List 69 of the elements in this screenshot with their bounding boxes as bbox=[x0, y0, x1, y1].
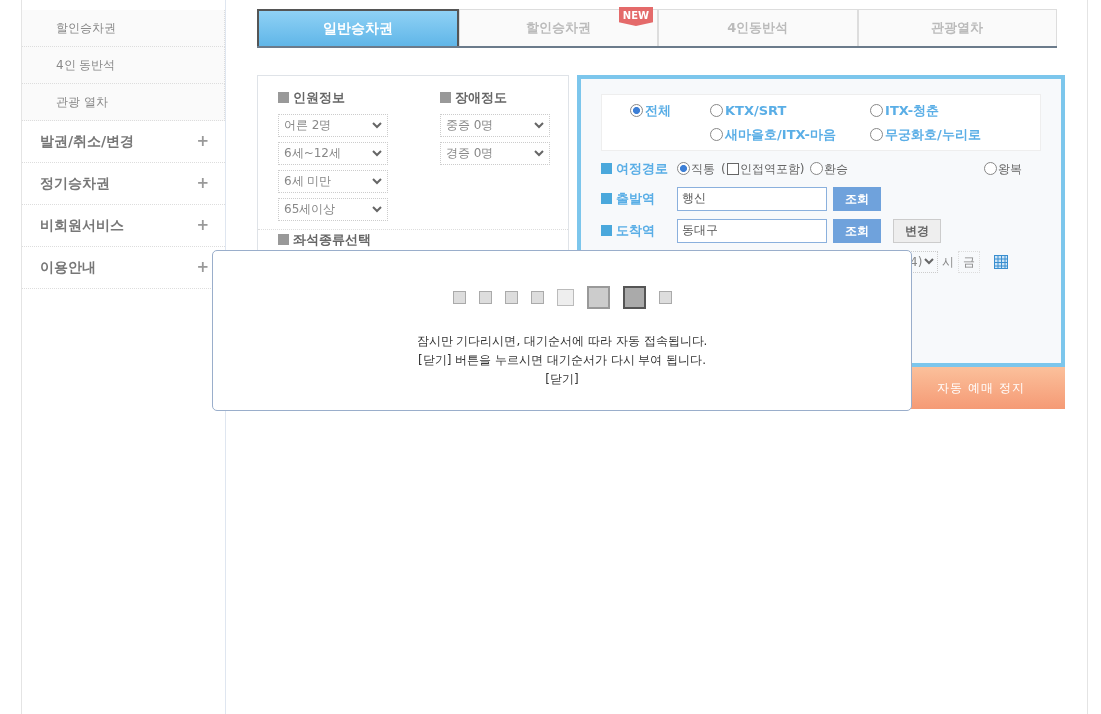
radio-label: 왕복 bbox=[998, 160, 1023, 178]
close-link[interactable]: [닫기] bbox=[545, 370, 579, 389]
sidebar-subitem[interactable]: 4인 동반석 bbox=[21, 47, 226, 84]
radio-button[interactable] bbox=[710, 127, 724, 141]
radio-label: 환승 bbox=[824, 160, 849, 178]
bullet-icon bbox=[601, 193, 613, 204]
radio-button[interactable] bbox=[677, 162, 691, 176]
radio-label: 무궁화호/누리로 bbox=[885, 125, 981, 144]
radio-button[interactable] bbox=[630, 104, 644, 118]
radio-label: 전체 bbox=[645, 102, 672, 120]
chevron-icon bbox=[372, 205, 383, 213]
hour-unit: 시 bbox=[942, 253, 955, 271]
expand-toggle[interactable]: + bbox=[196, 214, 210, 237]
search-button[interactable]: 조회 bbox=[833, 218, 882, 243]
field-label: 여정경로 bbox=[616, 160, 669, 178]
dialog-message: [닫기] 버튼을 누르시면 대기순서가 다시 부여 됩니다. bbox=[417, 352, 707, 369]
field-label: 도착역 bbox=[616, 221, 656, 240]
dialog-message: 잠시만 기다리시면, 대기순서에 따라 자동 접속됩니다. bbox=[416, 333, 708, 350]
expand-toggle[interactable]: + bbox=[196, 130, 210, 153]
bullet-icon bbox=[278, 92, 290, 104]
chevron-icon bbox=[534, 121, 545, 129]
select-field[interactable]: 중증 0명 bbox=[440, 113, 551, 137]
select-field[interactable]: 어른 2명 bbox=[278, 113, 389, 137]
radio-label: KTX/SRT bbox=[725, 102, 787, 120]
chevron-icon bbox=[924, 258, 935, 265]
paren-text: ( bbox=[721, 160, 726, 178]
radio-button[interactable] bbox=[710, 104, 724, 118]
radio-button[interactable] bbox=[984, 162, 998, 176]
sidebar-item[interactable]: 발권/취소/변경 bbox=[39, 131, 135, 152]
sidebar-item[interactable]: 정기승차권 bbox=[39, 173, 110, 194]
select-field[interactable]: 6세~12세 bbox=[278, 141, 389, 165]
expand-toggle[interactable]: + bbox=[196, 256, 210, 279]
radio-button[interactable] bbox=[870, 127, 884, 141]
search-button[interactable]: 조회 bbox=[833, 186, 882, 211]
seat-type-heading: 좌석종류선택 bbox=[293, 230, 372, 249]
bullet-icon bbox=[601, 225, 613, 236]
bullet-icon bbox=[601, 163, 613, 175]
radio-button[interactable] bbox=[870, 104, 884, 118]
checkbox[interactable] bbox=[726, 162, 739, 175]
radio-button[interactable] bbox=[810, 162, 824, 176]
select-field[interactable]: 6세 미만 bbox=[278, 169, 389, 193]
swap-button[interactable]: 변경 bbox=[893, 218, 942, 243]
field-label: 출발역 bbox=[616, 189, 656, 208]
tab[interactable]: 일반승차권 bbox=[257, 9, 459, 46]
radio-label: ITX-청춘 bbox=[885, 102, 940, 120]
sidebar-subitem[interactable]: 관광 열차 bbox=[21, 84, 226, 121]
disability-heading: 장애정도 bbox=[455, 89, 508, 107]
calendar-icon[interactable] bbox=[994, 254, 1009, 269]
station-input[interactable]: 동대구 bbox=[677, 218, 828, 243]
chevron-icon bbox=[372, 149, 383, 157]
select-field[interactable]: 경증 0명 bbox=[440, 141, 551, 165]
station-input[interactable]: 행신 bbox=[677, 186, 828, 211]
chevron-icon bbox=[372, 121, 383, 129]
sidebar-item[interactable]: 이용안내 bbox=[39, 257, 96, 278]
chevron-icon bbox=[372, 177, 383, 185]
radio-label: 새마을호/ITX-마음 bbox=[725, 125, 836, 144]
checkbox-label: 인접역포함) bbox=[739, 160, 805, 178]
sidebar-subitem[interactable]: 할인승차권 bbox=[21, 10, 226, 47]
radio-label: 직통 bbox=[691, 160, 716, 178]
bullet-icon bbox=[278, 233, 290, 245]
new-badge: NEW bbox=[618, 7, 654, 26]
weekday-field: 금 bbox=[958, 250, 981, 273]
select-field[interactable]: 65세이상 bbox=[278, 197, 389, 221]
expand-toggle[interactable]: + bbox=[196, 172, 210, 195]
bullet-icon bbox=[440, 92, 452, 104]
sidebar-item[interactable]: 비회원서비스 bbox=[39, 215, 124, 236]
chevron-icon bbox=[534, 149, 545, 157]
passenger-heading: 인원정보 bbox=[293, 89, 346, 107]
tab[interactable]: 할인승차권 NEW bbox=[458, 9, 659, 46]
